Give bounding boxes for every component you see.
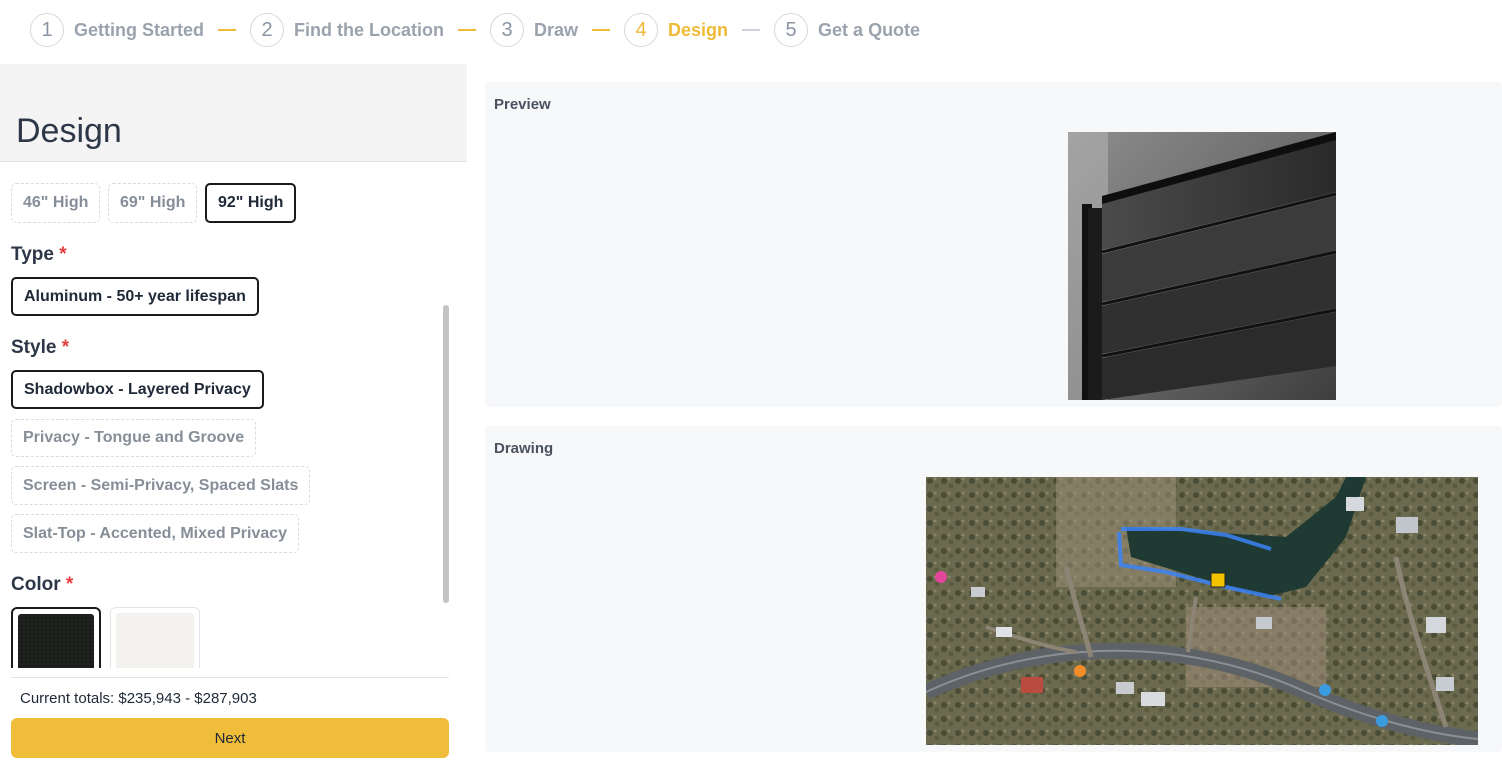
step-number: 1 — [30, 13, 64, 47]
style-option-screen[interactable]: Screen - Semi-Privacy, Spaced Slats — [11, 466, 311, 505]
height-option-46[interactable]: 46" High — [11, 183, 101, 223]
step-number: 5 — [774, 13, 809, 47]
step-number: 4 — [624, 13, 659, 47]
fence-preview-image — [1068, 132, 1336, 400]
preview-title: Preview — [494, 96, 551, 113]
options-scroll-area[interactable]: 46" High 69" High 92" High Type * Alumin… — [0, 163, 467, 668]
required-marker: * — [61, 337, 70, 358]
color-label-text: Color — [11, 574, 61, 595]
step-label: Design — [668, 19, 729, 40]
step-draw[interactable]: 3 Draw — [490, 13, 578, 47]
step-label: Get a Quote — [818, 19, 921, 40]
style-option-privacy[interactable]: Privacy - Tongue and Groove — [11, 419, 257, 457]
preview-panel: Preview — [485, 82, 1502, 407]
swatch-fill — [18, 614, 94, 668]
style-label-text: Style — [11, 337, 57, 358]
type-option-aluminum[interactable]: Aluminum - 50+ year lifespan — [11, 277, 259, 316]
drawing-panel: Drawing — [485, 426, 1502, 752]
page-title: Design — [16, 112, 122, 150]
step-find-location[interactable]: 2 Find the Location — [250, 13, 444, 47]
type-label-text: Type — [11, 244, 54, 265]
color-label: Color * — [11, 574, 73, 596]
height-option-69[interactable]: 69" High — [108, 183, 198, 223]
swatch-fill — [116, 613, 194, 668]
step-separator — [592, 29, 611, 31]
drawing-title: Drawing — [494, 440, 554, 457]
sidebar-header: Design — [0, 64, 467, 162]
step-get-quote[interactable]: 5 Get a Quote — [774, 13, 920, 47]
step-separator — [218, 29, 237, 31]
scrollbar-thumb[interactable] — [443, 305, 449, 603]
satellite-map[interactable] — [926, 477, 1478, 745]
design-sidebar: Design 46" High 69" High 92" High Type *… — [0, 64, 467, 762]
step-separator — [458, 29, 477, 31]
style-option-shadowbox[interactable]: Shadowbox - Layered Privacy — [11, 370, 264, 409]
height-option-92[interactable]: 92" High — [205, 183, 297, 223]
step-separator — [742, 29, 761, 31]
map-graphic — [926, 477, 1478, 745]
step-number: 3 — [490, 13, 525, 47]
type-label: Type * — [11, 244, 67, 266]
style-label: Style * — [11, 337, 69, 359]
current-totals: Current totals: $235,943 - $287,903 — [20, 690, 257, 707]
step-label: Draw — [534, 19, 579, 40]
progress-stepper: 1 Getting Started 2 Find the Location 3 … — [0, 0, 1502, 60]
step-getting-started[interactable]: 1 Getting Started — [30, 13, 204, 47]
divider — [11, 677, 449, 678]
required-marker: * — [59, 244, 67, 265]
color-swatch-black[interactable] — [11, 607, 101, 668]
fence-preview-graphic — [1068, 132, 1336, 400]
step-number: 2 — [250, 13, 285, 47]
step-design[interactable]: 4 Design — [624, 13, 728, 47]
next-button[interactable]: Next — [11, 718, 449, 758]
color-swatch-white[interactable] — [110, 607, 200, 668]
step-label: Getting Started — [74, 19, 205, 40]
required-marker: * — [65, 574, 74, 595]
style-option-slat-top[interactable]: Slat-Top - Accented, Mixed Privacy — [11, 514, 300, 553]
step-label: Find the Location — [294, 19, 445, 40]
